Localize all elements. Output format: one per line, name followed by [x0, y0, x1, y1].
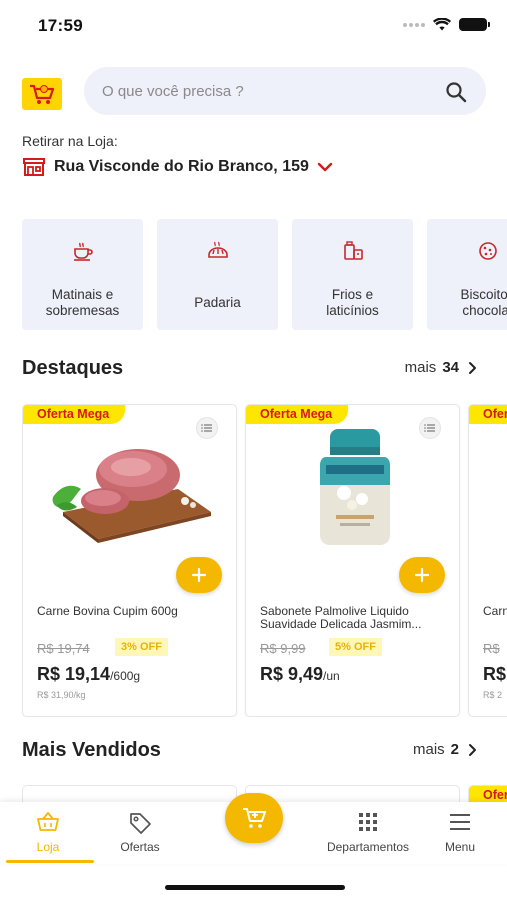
beef-image — [52, 449, 211, 543]
more-label: mais — [412, 741, 445, 758]
chevron-right-icon — [469, 743, 476, 756]
more-count: 2 — [450, 741, 459, 758]
coffee-cup-icon — [73, 242, 93, 261]
plus-icon — [414, 567, 430, 583]
nav-label: Loja — [36, 840, 60, 854]
price-value: R$ — [483, 664, 507, 684]
nav-label: Menu — [444, 840, 476, 854]
add-to-cart-button[interactable] — [176, 557, 222, 593]
search-icon[interactable] — [444, 80, 468, 104]
active-tab-indicator — [6, 860, 94, 863]
best-sellers-title: Mais Vendidos — [22, 739, 161, 761]
discount-badge: 5% OFF — [329, 638, 382, 656]
old-price: R$ 9,99 — [260, 641, 306, 656]
cart-button[interactable] — [225, 793, 283, 843]
grid-icon — [359, 813, 377, 831]
battery-icon — [459, 18, 490, 31]
product-name: Sabonete Palmolive Liquido Suavidade Del… — [260, 604, 422, 631]
unit-price: R$ 2 — [483, 690, 503, 700]
category-label: Frios e laticínios — [326, 287, 379, 318]
cookie-icon — [478, 242, 497, 260]
highlights-more-link[interactable]: mais 34 — [405, 359, 479, 376]
highlights-title: Destaques — [22, 357, 124, 379]
price-unit: /600g — [110, 669, 141, 683]
price-unit: /un — [323, 669, 340, 683]
category-biscoitos[interactable]: Biscoitos chocolat — [427, 219, 507, 330]
discount-badge: 3% OFF — [115, 638, 168, 656]
tag-icon — [130, 813, 151, 834]
nav-departamentos[interactable]: Departamentos — [322, 810, 414, 862]
nav-label: Ofertas — [120, 840, 160, 854]
storefront-icon — [23, 158, 45, 176]
offer-badge: Oferta Mega — [246, 405, 349, 424]
old-price: R$ — [483, 641, 500, 656]
status-time: 17:59 — [38, 16, 83, 35]
product-name: Carne Bovina Cupim 600g — [37, 604, 178, 618]
cart-icon — [243, 808, 266, 828]
category-padaria[interactable]: Padaria — [157, 219, 278, 330]
chevron-right-icon — [469, 361, 476, 374]
nav-loja[interactable]: Loja — [3, 810, 93, 862]
search-bar[interactable] — [84, 67, 486, 115]
home-indicator — [165, 885, 345, 890]
category-label: Matinais e sobremesas — [45, 287, 120, 318]
category-matinais[interactable]: Matinais e sobremesas — [22, 219, 143, 330]
product-price: R$ — [483, 664, 506, 685]
chevron-down-icon — [317, 162, 333, 172]
price-value: R$ 19,14 — [37, 664, 111, 684]
cheese-icon — [343, 241, 363, 260]
product-card[interactable]: Oferta Mega Carne Bovina Cupim 600g R$ 1… — [22, 404, 237, 717]
offer-badge: Oferta Mega — [23, 405, 126, 424]
basket-icon — [37, 812, 59, 831]
product-price: R$ 19,14/600g — [37, 664, 140, 685]
nav-label: Departamentos — [326, 840, 410, 854]
product-name: Carn — [483, 604, 507, 618]
cart-logo-icon — [30, 84, 55, 104]
old-price: R$ 19,74 — [37, 641, 90, 656]
price-value: R$ 9,49 — [260, 664, 324, 684]
category-label: Biscoitos chocolat — [460, 287, 507, 318]
highlights-carousel[interactable]: Oferta Mega Carne Bovina Cupim 600g R$ 1… — [22, 404, 507, 717]
product-price: R$ 9,49/un — [260, 664, 340, 685]
wifi-icon — [433, 18, 451, 31]
category-frios[interactable]: Frios e laticínios — [292, 219, 413, 330]
status-icons — [403, 18, 490, 31]
product-card[interactable]: Ofer Carn R$ R$ R$ 2 — [468, 404, 507, 717]
category-label: Padaria — [194, 295, 241, 310]
store-address: Rua Visconde do Rio Branco, 159 — [54, 158, 309, 175]
category-carousel[interactable]: Matinais e sobremesas Padaria Frios e la… — [22, 219, 507, 330]
unit-price: R$ 31,90/kg — [37, 690, 86, 700]
search-input[interactable] — [102, 67, 422, 115]
store-logo[interactable] — [22, 78, 62, 110]
plus-icon — [191, 567, 207, 583]
hamburger-icon — [450, 814, 470, 830]
status-bar: 17:59 — [0, 0, 507, 50]
add-to-cart-button[interactable] — [399, 557, 445, 593]
bread-icon — [207, 241, 228, 258]
pickup-label: Retirar na Loja: — [22, 133, 118, 149]
nav-menu[interactable]: Menu — [415, 810, 505, 862]
more-count: 34 — [442, 359, 459, 376]
more-label: mais — [404, 359, 437, 376]
nav-ofertas[interactable]: Ofertas — [95, 810, 185, 862]
signal-icon — [403, 22, 425, 27]
product-card[interactable]: Oferta Mega Sabonete Palmolive Liquido S… — [245, 404, 460, 717]
best-sellers-more-link[interactable]: mais 2 — [413, 741, 479, 758]
offer-badge: Ofer — [469, 405, 507, 424]
store-selector[interactable]: Rua Visconde do Rio Branco, 159 — [22, 156, 333, 178]
soap-bottle-image — [320, 429, 390, 545]
